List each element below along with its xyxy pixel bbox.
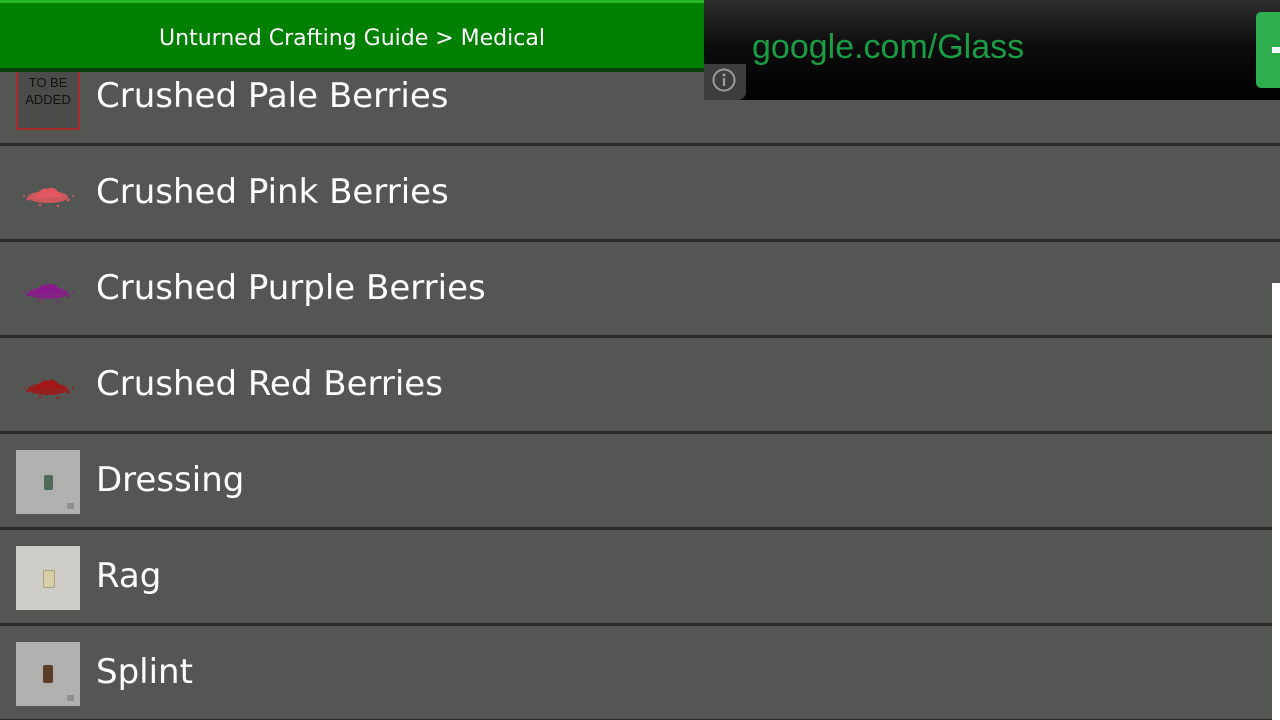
red-powder-icon	[16, 354, 80, 418]
scroll-edge	[1272, 283, 1280, 720]
item-label: Splint	[96, 652, 193, 692]
item-label: Crushed Purple Berries	[96, 268, 486, 308]
ad-cta-icon	[1272, 47, 1280, 53]
item-label: Dressing	[96, 460, 245, 500]
item-label: Rag	[96, 556, 162, 596]
ad-banner[interactable]: google.com/Glass	[704, 0, 1280, 100]
list-item-crushed-purple-berries[interactable]: Crushed Purple Berries	[0, 242, 1280, 338]
info-icon	[712, 68, 736, 92]
item-list[interactable]: TO BE ADDED Crushed Pale Berries Crushed…	[0, 0, 1280, 720]
app-screen: TO BE ADDED Crushed Pale Berries Crushed…	[0, 0, 1280, 720]
list-item-rag[interactable]: Rag	[0, 530, 1280, 626]
rag-icon	[16, 546, 80, 610]
to-be-added-icon: TO BE ADDED	[16, 66, 80, 130]
pink-powder-icon	[16, 162, 80, 226]
dressing-icon	[16, 450, 80, 514]
ad-cta-button[interactable]	[1256, 12, 1280, 88]
app-header: Unturned Crafting Guide > Medical	[0, 0, 704, 72]
splint-icon	[16, 642, 80, 706]
list-item-crushed-pink-berries[interactable]: Crushed Pink Berries	[0, 146, 1280, 242]
item-label: Crushed Red Berries	[96, 364, 443, 404]
item-label: Crushed Pink Berries	[96, 172, 449, 212]
list-item-crushed-red-berries[interactable]: Crushed Red Berries	[0, 338, 1280, 434]
ad-info-button[interactable]	[704, 64, 746, 100]
purple-powder-icon	[16, 258, 80, 322]
ad-url-text[interactable]: google.com/Glass	[752, 28, 1024, 67]
page-title: Unturned Crafting Guide > Medical	[159, 26, 545, 51]
list-item-splint[interactable]: Splint	[0, 626, 1280, 720]
list-item-dressing[interactable]: Dressing	[0, 434, 1280, 530]
